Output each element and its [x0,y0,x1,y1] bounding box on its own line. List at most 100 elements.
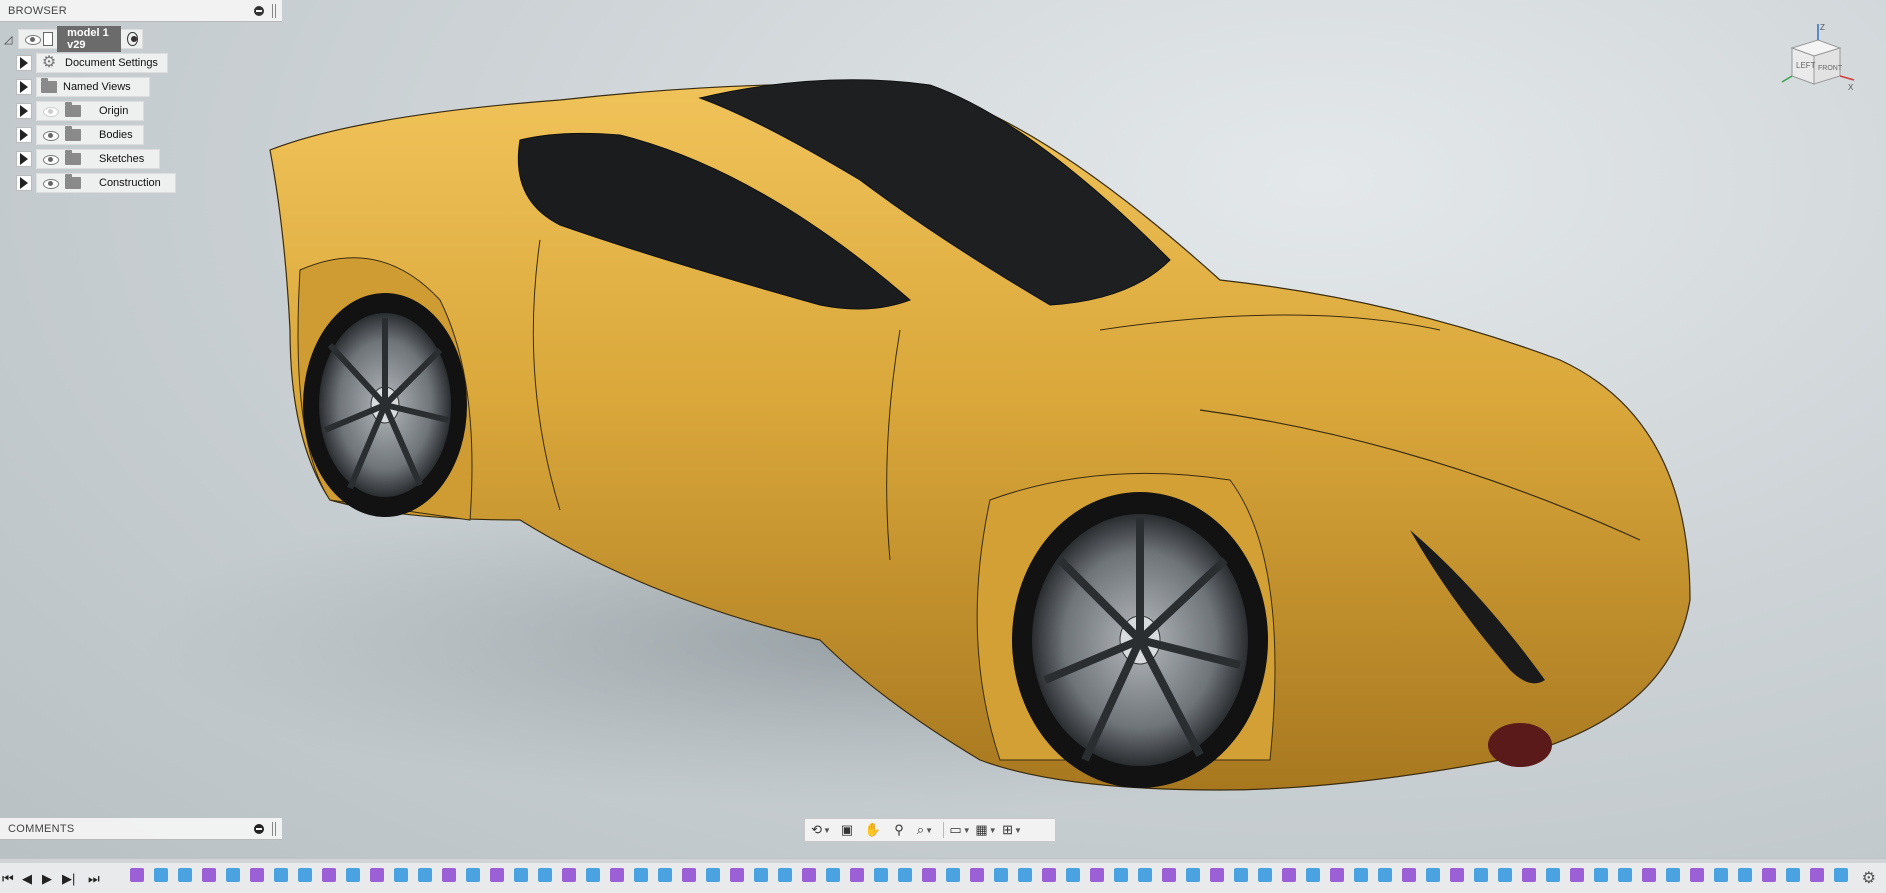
timeline-feature-icon[interactable] [466,868,480,882]
view-cube[interactable]: LEFT FRONT Z X [1778,22,1858,102]
activate-radio-icon[interactable] [127,32,138,46]
look-at-icon[interactable]: ▣ [835,821,859,839]
timeline-feature-icon[interactable] [826,868,840,882]
timeline-feature-icon[interactable] [298,868,312,882]
timeline-feature-icon[interactable] [874,868,888,882]
timeline-feature-icon[interactable] [922,868,936,882]
timeline-feature-icon[interactable] [1090,868,1104,882]
timeline-feature-icon[interactable] [1834,868,1848,882]
timeline-track[interactable] [0,859,1886,863]
timeline-feature-icon[interactable] [586,868,600,882]
next-icon[interactable]: ▶| [62,871,75,887]
expand-arrow-icon[interactable] [16,79,32,95]
pan-icon[interactable]: ✋ [861,821,885,839]
timeline-feature-icon[interactable] [1138,868,1152,882]
last-icon[interactable]: ⏭ [88,871,100,887]
timeline-feature-icon[interactable] [706,868,720,882]
timeline-feature-icon[interactable] [730,868,744,882]
grid-icon[interactable]: ▦ ▼ [974,821,998,839]
fit-icon[interactable]: ⌕ ▼ [913,821,937,839]
browser-item-construction[interactable]: Construction [16,173,176,193]
timeline-feature-icon[interactable] [1114,868,1128,882]
timeline-feature-icon[interactable] [1210,868,1224,882]
timeline-feature-icon[interactable] [1066,868,1080,882]
visibility-eye-icon[interactable] [43,178,59,189]
timeline-feature-icon[interactable] [994,868,1008,882]
timeline-feature-icon[interactable] [490,868,504,882]
timeline-feature-icon[interactable] [1186,868,1200,882]
timeline-feature-icon[interactable] [1474,868,1488,882]
3d-viewport[interactable] [0,0,1886,892]
timeline-feature-icon[interactable] [1378,868,1392,882]
timeline-feature-icon[interactable] [1714,868,1728,882]
timeline-feature-icon[interactable] [562,868,576,882]
timeline-feature-icon[interactable] [1594,868,1608,882]
timeline-feature-icon[interactable] [658,868,672,882]
first-icon[interactable]: ⏮ [2,871,14,887]
timeline-feature-icon[interactable] [970,868,984,882]
timeline-feature-icon[interactable] [1690,868,1704,882]
collapse-panel-icon[interactable] [272,821,276,836]
timeline-feature-icon[interactable] [946,868,960,882]
expand-root-icon[interactable]: ◿ [4,33,12,46]
timeline-feature-icon[interactable] [1450,868,1464,882]
timeline-feature-icon[interactable] [178,868,192,882]
timeline-feature-icon[interactable] [1570,868,1584,882]
timeline-feature-icon[interactable] [1810,868,1824,882]
timeline-feature-icon[interactable] [898,868,912,882]
timeline-feature-icon[interactable] [1018,868,1032,882]
timeline-feature-icon[interactable] [1738,868,1752,882]
timeline-feature-icon[interactable] [1282,868,1296,882]
visibility-eye-off-icon[interactable] [43,106,59,117]
timeline-feature-icon[interactable] [202,868,216,882]
timeline-feature-icon[interactable] [130,868,144,882]
timeline-feature-icon[interactable] [1306,868,1320,882]
timeline-feature-icon[interactable] [322,868,336,882]
browser-item-named-views[interactable]: Named Views [16,77,150,97]
timeline-feature-icon[interactable] [1354,868,1368,882]
timeline-feature-icon[interactable] [1618,868,1632,882]
visibility-eye-icon[interactable] [25,34,42,45]
timeline-feature-icon[interactable] [1330,868,1344,882]
timeline-feature-icon[interactable] [514,868,528,882]
timeline-feature-icon[interactable] [1258,868,1272,882]
browser-item-bodies[interactable]: Bodies [16,125,144,145]
timeline-feature-icon[interactable] [1786,868,1800,882]
prev-icon[interactable]: ◀ [22,871,32,887]
play-icon[interactable]: ▶ [42,871,52,887]
gear-icon[interactable]: ⚙ [1862,868,1876,888]
timeline-feature-icon[interactable] [1402,868,1416,882]
car-model[interactable] [0,0,1886,892]
timeline-feature-icon[interactable] [1522,868,1536,882]
browser-item-document-settings[interactable]: ⚙ Document Settings [16,53,168,73]
expand-arrow-icon[interactable] [16,103,32,119]
pin-icon[interactable] [254,5,264,16]
timeline-feature-icon[interactable] [1162,868,1176,882]
root-node[interactable]: model 1 v29 [18,26,143,52]
expand-arrow-icon[interactable] [16,151,32,167]
timeline-feature-icon[interactable] [1498,868,1512,882]
visibility-eye-icon[interactable] [43,130,59,141]
expand-arrow-icon[interactable] [16,175,32,191]
expand-arrow-icon[interactable] [16,127,32,143]
expand-arrow-icon[interactable] [16,55,32,71]
timeline-feature-icon[interactable] [394,868,408,882]
timeline-feature-icon[interactable] [250,868,264,882]
timeline-feature-icon[interactable] [1426,868,1440,882]
timeline-feature-icon[interactable] [226,868,240,882]
timeline-feature-icon[interactable] [1546,868,1560,882]
collapse-panel-icon[interactable] [272,3,276,18]
timeline-feature-icon[interactable] [850,868,864,882]
browser-item-sketches[interactable]: Sketches [16,149,160,169]
timeline-feature-icon[interactable] [610,868,624,882]
timeline-feature-icon[interactable] [154,868,168,882]
browser-root[interactable]: ◿ model 1 v29 [0,26,143,52]
display-settings-icon[interactable]: ▭ ▼ [948,821,972,839]
timeline-feature-icon[interactable] [418,868,432,882]
timeline-feature-icon[interactable] [778,868,792,882]
timeline-feature-icon[interactable] [682,868,696,882]
add-comment-icon[interactable] [254,823,264,834]
timeline-feature-icon[interactable] [442,868,456,882]
timeline-feature-icon[interactable] [346,868,360,882]
timeline-feature-icon[interactable] [634,868,648,882]
